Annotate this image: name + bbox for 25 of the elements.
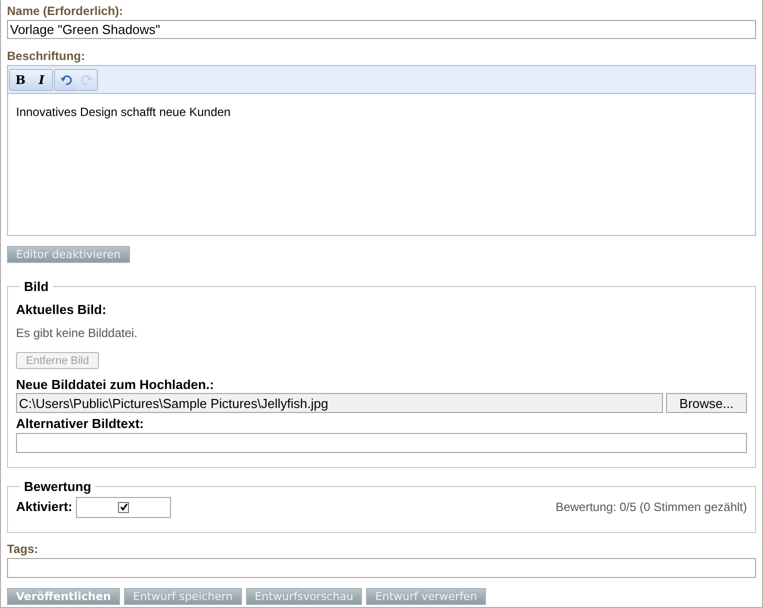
section-legend: Bild	[20, 277, 53, 296]
field-label: Beschriftung:	[7, 49, 86, 63]
name-field[interactable]: Vorlage "Green Shadows"	[7, 20, 756, 40]
field-label: Alternativer Bildtext:	[16, 416, 145, 431]
field-label: Aktiviert:	[16, 498, 72, 516]
status-text: Es gibt keine Bilddatei.	[16, 325, 138, 342]
field-label: Tags:	[7, 542, 40, 556]
checkbox[interactable]	[118, 502, 130, 512]
rich-text-editor[interactable]: B I Innovatives Design schafft neue Kunden	[7, 65, 756, 236]
field-label: Neue Bilddatei zum Hochladen.:	[16, 377, 215, 392]
undo-button[interactable]	[55, 70, 76, 90]
bold-button[interactable]: B	[10, 70, 31, 90]
undo-icon	[60, 74, 72, 86]
tags-field[interactable]	[7, 558, 756, 578]
file-path-field[interactable]: C:\Users\Public\Pictures\Sample Pictures\Jellyfish.jpg	[16, 393, 663, 413]
redo-icon	[80, 74, 92, 86]
browse-button[interactable]: Browse...	[666, 393, 747, 413]
section-legend: Bewertung	[20, 477, 96, 496]
field-label: Name (Erforderlich):	[7, 4, 124, 18]
editor-text: Innovatives Design schafft neue Kunden	[16, 104, 232, 121]
rating-summary: Bewertung: 0/5 (0 Stimmen gezählt)	[556, 499, 747, 516]
italic-button[interactable]: I	[31, 70, 52, 90]
alt-text-field[interactable]	[16, 433, 747, 453]
check-icon	[120, 503, 128, 511]
field-label: Aktuelles Bild:	[16, 300, 108, 318]
